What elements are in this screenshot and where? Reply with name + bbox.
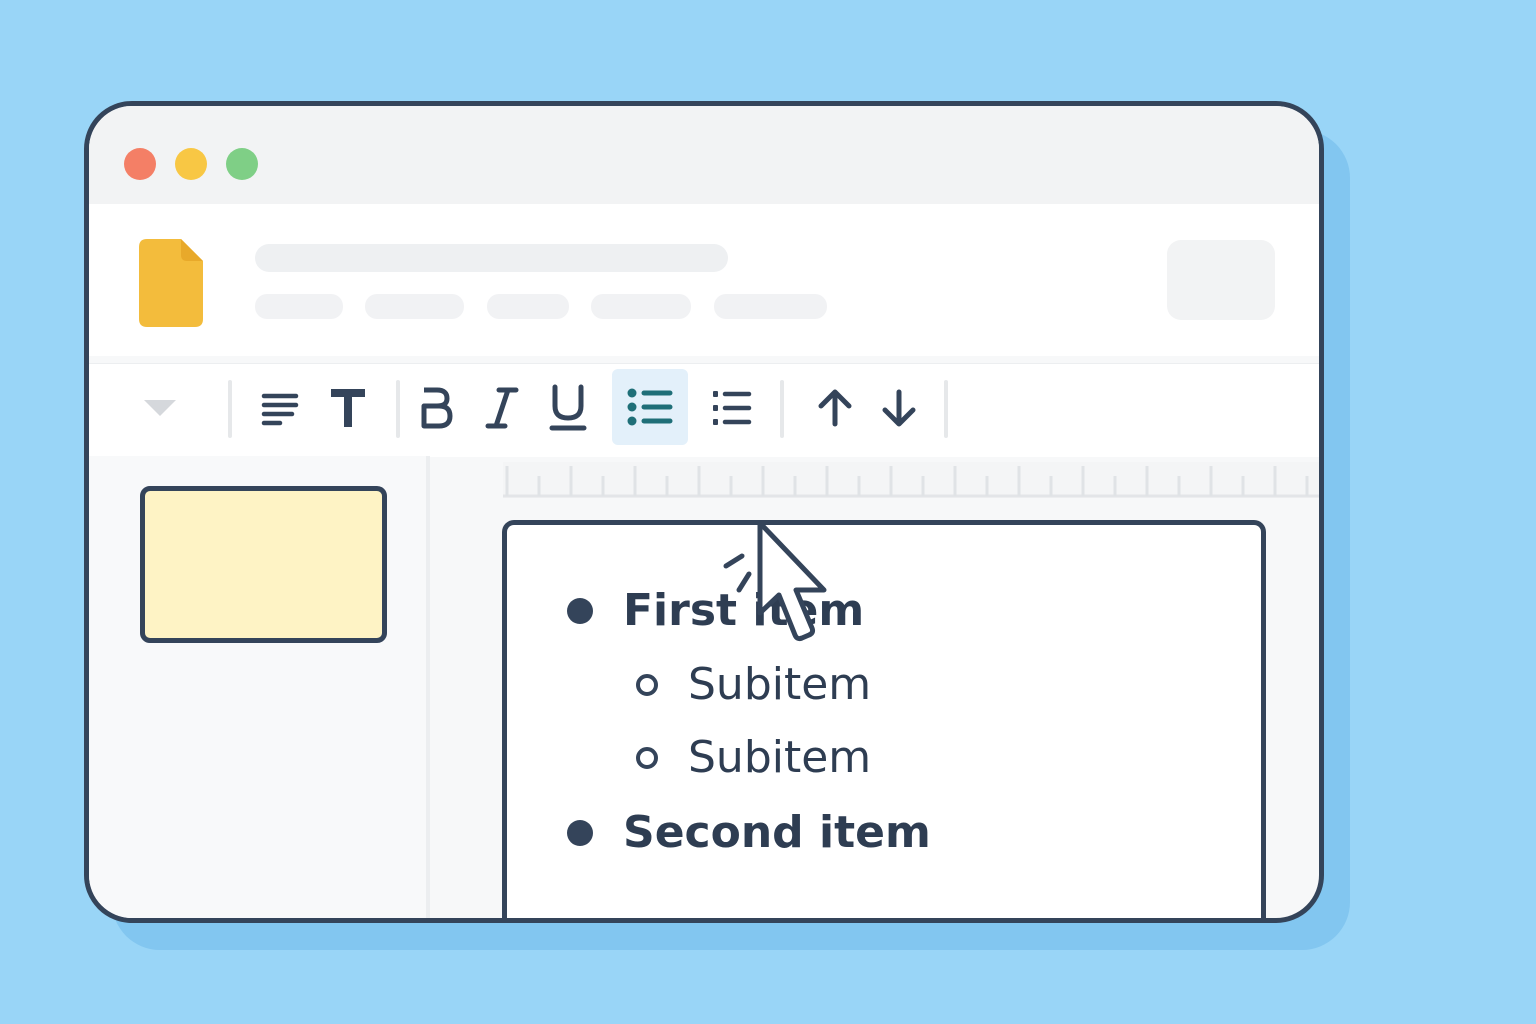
hollow-bullet-icon [636,746,658,769]
app-window: First item Subitem Subitem Second item [84,101,1324,923]
italic-button[interactable] [466,372,538,444]
toolbar-divider [228,380,232,438]
minimize-window-button[interactable] [175,148,207,180]
close-window-button[interactable] [124,148,156,180]
numbered-list-icon [713,391,752,425]
toolbar-divider [944,380,948,438]
filled-bullet-icon [567,597,593,624]
arrow-up-icon [818,389,852,427]
hollow-bullet-icon [636,673,658,696]
slide-panel [89,456,430,918]
chevron-down-icon [144,400,176,416]
document-title-placeholder[interactable] [255,244,728,272]
underline-icon [549,384,587,431]
text-style-button[interactable] [312,372,384,444]
list-item-text: Subitem [688,659,872,710]
text-style-icon [331,389,365,427]
document-page[interactable]: First item Subitem Subitem Second item [502,520,1266,918]
list-item-text: Second item [623,807,931,858]
horizontal-ruler [503,462,1319,498]
list-item[interactable]: Second item [567,807,931,858]
toolbar-divider [780,380,784,438]
align-left-icon [261,393,299,426]
bulleted-list-icon [627,388,673,426]
align-left-button[interactable] [244,372,316,444]
slide-thumbnail[interactable] [140,486,387,643]
maximize-window-button[interactable] [226,148,258,180]
underline-button[interactable] [532,372,604,444]
list-item-text: First item [623,585,865,636]
share-button-placeholder[interactable] [1167,240,1275,320]
document-icon [139,239,203,327]
menu-item-placeholder[interactable] [714,294,827,319]
numbered-list-button[interactable] [696,372,768,444]
bold-icon [421,387,453,429]
menu-item-placeholder[interactable] [591,294,691,319]
move-up-button[interactable] [799,372,871,444]
document-header [89,204,1319,356]
list-item[interactable]: First item [567,585,864,636]
bulleted-list-button[interactable] [612,369,688,445]
menu-item-placeholder[interactable] [255,294,343,319]
formatting-toolbar [89,363,1319,457]
style-dropdown-button[interactable] [124,372,196,444]
bold-button[interactable] [400,372,472,444]
list-item[interactable]: Subitem [636,732,871,783]
list-item-text: Subitem [688,732,872,783]
list-item[interactable]: Subitem [636,659,871,710]
italic-icon [485,387,519,429]
menu-item-placeholder[interactable] [365,294,464,319]
title-bar [89,106,1319,204]
move-down-button[interactable] [863,372,935,444]
menu-item-placeholder[interactable] [487,294,569,319]
filled-bullet-icon [567,819,593,846]
arrow-down-icon [882,389,916,427]
